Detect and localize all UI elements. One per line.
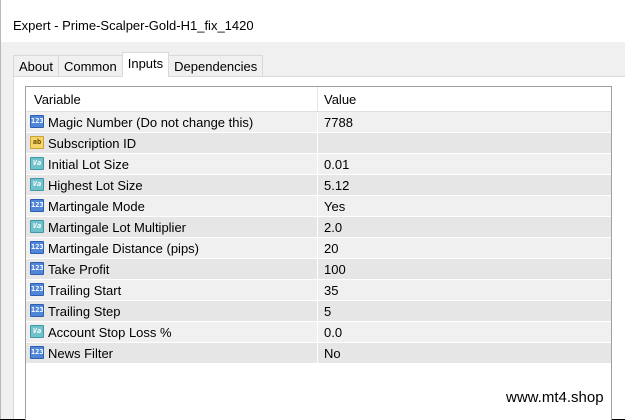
variable-name: Magic Number (Do not change this): [48, 115, 254, 130]
variable-cell[interactable]: 123 Trailing Start: [26, 280, 317, 300]
integer-type-icon: 123: [30, 304, 44, 317]
variable-cell[interactable]: 123 Take Profit: [26, 259, 317, 279]
integer-type-icon: 123: [30, 346, 44, 359]
tab-bar: About Common Inputs Dependencies: [13, 52, 264, 77]
variable-cell[interactable]: 123 News Filter: [26, 343, 317, 363]
value-cell[interactable]: 100: [318, 259, 611, 279]
integer-type-icon: 123: [30, 262, 44, 275]
variable-cell[interactable]: ab Subscription ID: [26, 133, 317, 153]
watermark-text: www.mt4.shop: [506, 389, 604, 406]
variable-name: Martingale Lot Multiplier: [48, 220, 187, 235]
variable-cell[interactable]: 123 Martingale Distance (pips): [26, 238, 317, 258]
value-cell[interactable]: 5.12: [318, 175, 611, 195]
double-type-icon: Va: [30, 178, 44, 191]
table-row[interactable]: 123 Trailing Step 5: [26, 301, 611, 322]
tab-dependencies[interactable]: Dependencies: [168, 55, 264, 76]
variable-name: Highest Lot Size: [48, 178, 143, 193]
table-row[interactable]: 123 News Filter No: [26, 343, 611, 364]
variable-name: Martingale Distance (pips): [48, 241, 200, 256]
variable-cell[interactable]: 123 Trailing Step: [26, 301, 317, 321]
variable-value: 100: [324, 262, 346, 277]
column-divider[interactable]: [317, 87, 318, 111]
table-header: Variable Value: [26, 87, 611, 112]
variable-value: 0.0: [324, 325, 343, 340]
variable-cell[interactable]: 123 Martingale Mode: [26, 196, 317, 216]
table-row[interactable]: Va Martingale Lot Multiplier 2.0: [26, 217, 611, 238]
variable-name: News Filter: [48, 346, 114, 361]
variable-cell[interactable]: 123 Magic Number (Do not change this): [26, 112, 317, 132]
value-cell[interactable]: 20: [318, 238, 611, 258]
table-row[interactable]: 123 Magic Number (Do not change this) 7788: [26, 112, 611, 133]
double-type-icon: Va: [30, 220, 44, 233]
variable-cell[interactable]: Va Highest Lot Size: [26, 175, 317, 195]
integer-type-icon: 123: [30, 115, 44, 128]
integer-type-icon: 123: [30, 283, 44, 296]
table-body: 123 Magic Number (Do not change this) 7788…: [26, 112, 611, 364]
table-row[interactable]: ab Subscription ID: [26, 133, 611, 154]
integer-type-icon: 123: [30, 241, 44, 254]
tab-common[interactable]: Common: [57, 55, 123, 76]
variable-name: Take Profit: [48, 262, 110, 277]
value-cell[interactable]: Yes: [318, 196, 611, 216]
variable-value: 35: [324, 283, 339, 298]
table-row[interactable]: 123 Trailing Start 35: [26, 280, 611, 301]
value-cell[interactable]: No: [318, 343, 611, 363]
variable-name: Subscription ID: [48, 136, 137, 151]
variable-cell[interactable]: Va Account Stop Loss %: [26, 322, 317, 342]
variable-value: 20: [324, 241, 339, 256]
variable-value: 5: [324, 304, 332, 319]
table-row[interactable]: Va Initial Lot Size 0.01: [26, 154, 611, 175]
value-cell[interactable]: [318, 133, 611, 153]
double-type-icon: Va: [30, 157, 44, 170]
column-header-value[interactable]: Value: [324, 92, 356, 107]
variable-value: 2.0: [324, 220, 343, 235]
value-cell[interactable]: 2.0: [318, 217, 611, 237]
value-cell[interactable]: 0.01: [318, 154, 611, 174]
table-row[interactable]: Va Account Stop Loss % 0.0: [26, 322, 611, 343]
tab-inputs[interactable]: Inputs: [121, 52, 170, 77]
value-cell[interactable]: 5: [318, 301, 611, 321]
table-row[interactable]: 123 Take Profit 100: [26, 259, 611, 280]
value-cell[interactable]: 7788: [318, 112, 611, 132]
variable-name: Initial Lot Size: [48, 157, 129, 172]
value-cell[interactable]: 35: [318, 280, 611, 300]
table-row[interactable]: Va Highest Lot Size 5.12: [26, 175, 611, 196]
variable-value: 7788: [324, 115, 353, 130]
variable-cell[interactable]: Va Martingale Lot Multiplier: [26, 217, 317, 237]
double-type-icon: Va: [30, 325, 44, 338]
window-title: Expert - Prime-Scalper-Gold-H1_fix_1420: [13, 18, 254, 33]
variable-cell[interactable]: Va Initial Lot Size: [26, 154, 317, 174]
integer-type-icon: 123: [30, 199, 44, 212]
inputs-table: Variable Value 123 Magic Number (Do not c…: [25, 86, 612, 420]
variable-name: Trailing Step: [48, 304, 121, 319]
table-row[interactable]: 123 Martingale Distance (pips) 20: [26, 238, 611, 259]
variable-name: Martingale Mode: [48, 199, 145, 214]
variable-value: Yes: [324, 199, 346, 214]
string-type-icon: ab: [30, 136, 44, 149]
column-header-variable[interactable]: Variable: [34, 92, 81, 107]
table-row[interactable]: 123 Martingale Mode Yes: [26, 196, 611, 217]
title-bar: Expert - Prime-Scalper-Gold-H1_fix_1420: [1, 0, 625, 42]
variable-value: 5.12: [324, 178, 350, 193]
tab-about[interactable]: About: [13, 55, 59, 76]
variable-name: Trailing Start: [48, 283, 122, 298]
expert-properties-dialog: Expert - Prime-Scalper-Gold-H1_fix_1420 …: [0, 0, 625, 420]
variable-value: 0.01: [324, 157, 350, 172]
variable-value: No: [324, 346, 341, 361]
variable-name: Account Stop Loss %: [48, 325, 172, 340]
value-cell[interactable]: 0.0: [318, 322, 611, 342]
inputs-panel: Variable Value 123 Magic Number (Do not c…: [13, 76, 625, 420]
